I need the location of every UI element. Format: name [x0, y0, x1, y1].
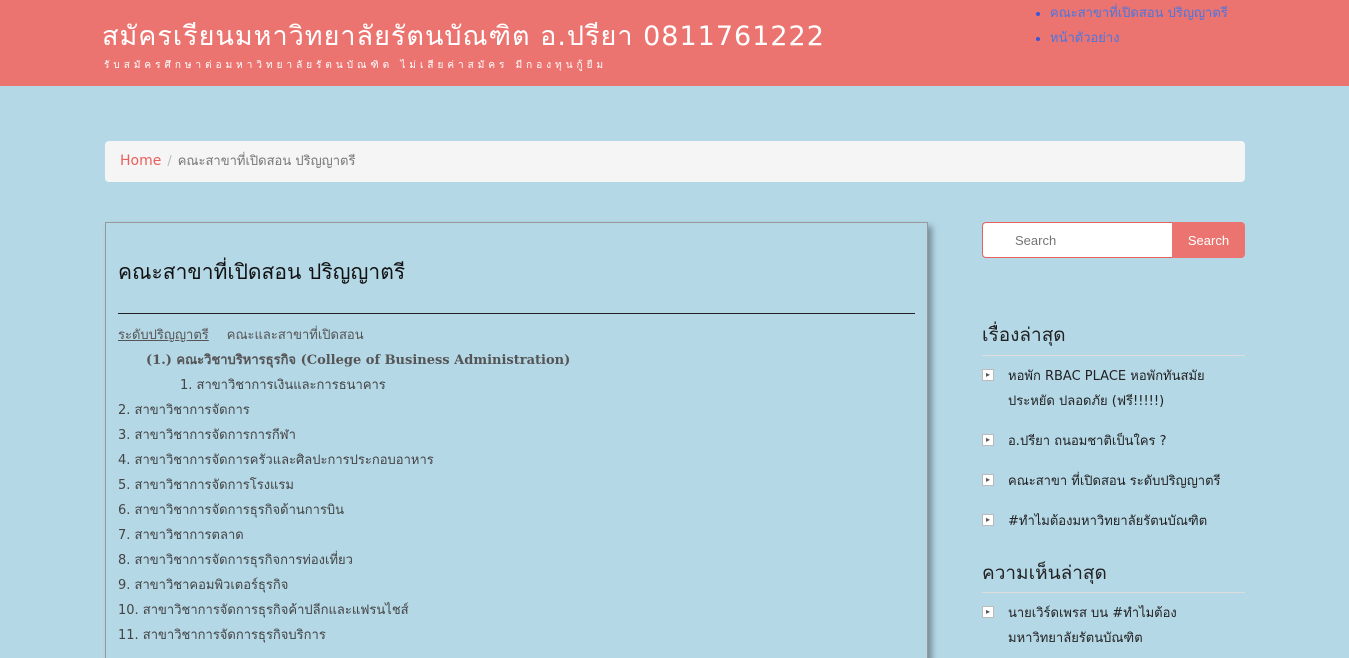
- major-item: 5. สาขาวิชาการจัดการโรงแรม: [118, 478, 294, 493]
- site-header: สมัครเรียนมหาวิทยาลัยรัตนบัณฑิต อ.ปรียา …: [0, 0, 1349, 86]
- top-nav: คณะสาขาที่เปิดสอน ปริญญาตรี หน้าตัวอย่าง: [1034, 4, 1228, 54]
- major-item: 10. สาขาวิชาการจัดการธุรกิจค้าปลีกและแฟร…: [118, 603, 409, 618]
- level-label: ระดับปริญญาตรี: [118, 328, 209, 343]
- list-item[interactable]: ▸ นายเวิร์ดเพรส บน #ทำไมต้องมหาวิทยาลัยรั…: [982, 601, 1245, 651]
- major-item: 4. สาขาวิชาการจัดการครัวและศิลปะการประกอ…: [118, 453, 434, 468]
- list-item[interactable]: ▸ #ทำไมต้องมหาวิทยาลัยรัตนบัณฑิต: [982, 509, 1245, 549]
- list-item[interactable]: ▸ หอพัก RBAC PLACE หอพักทันสมัย ประหยัด ป…: [982, 364, 1245, 429]
- major-item: 6. สาขาวิชาการจัดการธุรกิจด้านการบิน: [118, 503, 345, 518]
- article-content: คณะสาขาที่เปิดสอน ปริญญาตรี ระดับปริญญาต…: [105, 222, 928, 658]
- site-description: รับสมัครศึกษาต่อมหาวิทยาลัยรัตนบัณฑิต ไม…: [104, 60, 608, 71]
- major-item: 8. สาขาวิชาการจัดการธุรกิจการท่องเที่ยว: [118, 553, 353, 568]
- recent-post-link[interactable]: คณะสาขา ที่เปิดสอน ระดับปริญญาตรี: [1008, 474, 1221, 489]
- arrow-right-icon: ▸: [982, 434, 994, 446]
- nav-item-programs[interactable]: คณะสาขาที่เปิดสอน ปริญญาตรี: [1050, 4, 1228, 29]
- recent-posts-title: เรื่องล่าสุด: [982, 324, 1066, 346]
- major-item: 2. สาขาวิชาการจัดการ: [118, 403, 250, 418]
- arrow-right-icon: ▸: [982, 606, 994, 618]
- list-item[interactable]: ▸ คณะสาขา ที่เปิดสอน ระดับปริญญาตรี: [982, 469, 1245, 509]
- site-title[interactable]: สมัครเรียนมหาวิทยาลัยรัตนบัณฑิต อ.ปรียา …: [102, 14, 825, 57]
- arrow-right-icon: ▸: [982, 369, 994, 381]
- level-row: ระดับปริญญาตรี คณะและสาขาที่เปิดสอน: [118, 326, 915, 351]
- recent-post-link[interactable]: อ.ปรียา ถนอมชาติเป็นใคร ?: [1008, 434, 1167, 449]
- major-item: 3. สาขาวิชาการจัดการการกีฬา: [118, 428, 296, 443]
- nav-item-label[interactable]: หน้าตัวอย่าง: [1050, 31, 1120, 46]
- recent-posts-list: ▸ หอพัก RBAC PLACE หอพักทันสมัย ประหยัด ป…: [982, 364, 1245, 549]
- level-heading: คณะและสาขาที่เปิดสอน: [226, 328, 364, 343]
- recent-comments-list: ▸ นายเวิร์ดเพรส บน #ทำไมต้องมหาวิทยาลัยรั…: [982, 601, 1245, 651]
- recent-post-link[interactable]: #ทำไมต้องมหาวิทยาลัยรัตนบัณฑิต: [1008, 514, 1207, 529]
- search-input[interactable]: [982, 222, 1173, 258]
- recent-post-link[interactable]: หอพัก RBAC PLACE หอพักทันสมัย ประหยัด ปล…: [1008, 369, 1205, 409]
- recent-comment-link[interactable]: นายเวิร์ดเพรส บน #ทำไมต้องมหาวิทยาลัยรัต…: [1008, 606, 1177, 646]
- breadcrumb-home-link[interactable]: Home: [120, 153, 161, 169]
- nav-item-sample-page[interactable]: หน้าตัวอย่าง: [1050, 29, 1228, 54]
- college-heading: (1.) คณะวิชาบริหารธุรกิจ (College of Bus…: [146, 353, 571, 368]
- major-item: 11. สาขาวิชาการจัดการธุรกิจบริการ: [118, 628, 326, 643]
- major-item: 1. สาขาวิชาการเงินและการธนาคาร: [180, 378, 386, 393]
- breadcrumb-current: คณะสาขาที่เปิดสอน ปริญญาตรี: [177, 154, 356, 169]
- breadcrumb: Home / คณะสาขาที่เปิดสอน ปริญญาตรี: [105, 141, 1245, 182]
- major-item: 7. สาขาวิชาการตลาด: [118, 528, 244, 543]
- recent-posts-divider: [982, 355, 1245, 356]
- arrow-right-icon: ▸: [982, 474, 994, 486]
- major-item: 9. สาขาวิชาคอมพิวเตอร์ธุรกิจ: [118, 578, 289, 593]
- arrow-right-icon: ▸: [982, 514, 994, 526]
- list-item[interactable]: ▸ อ.ปรียา ถนอมชาติเป็นใคร ?: [982, 429, 1245, 469]
- recent-comments-title: ความเห็นล่าสุด: [982, 562, 1107, 584]
- search-button[interactable]: Search: [1172, 222, 1245, 258]
- program-list: ระดับปริญญาตรี คณะและสาขาที่เปิดสอน (1.) …: [118, 326, 915, 651]
- page-title: คณะสาขาที่เปิดสอน ปริญญาตรี: [118, 260, 406, 284]
- nav-item-label[interactable]: คณะสาขาที่เปิดสอน ปริญญาตรี: [1050, 6, 1228, 21]
- breadcrumb-separator: /: [167, 154, 172, 169]
- recent-comments-divider: [982, 592, 1245, 593]
- title-divider: [118, 313, 915, 314]
- search-form: Search: [982, 222, 1245, 258]
